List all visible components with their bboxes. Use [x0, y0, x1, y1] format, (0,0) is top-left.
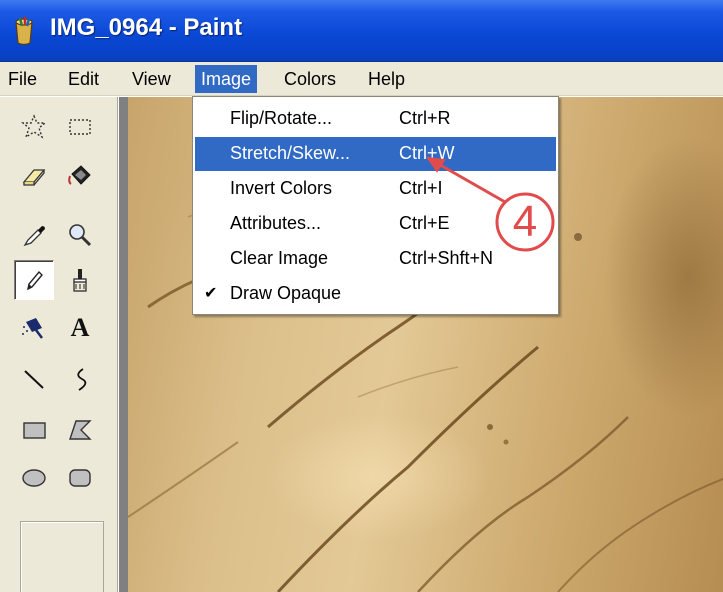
menu-item-label: Attributes... [230, 213, 322, 233]
menu-item-shortcut: Ctrl+R [399, 108, 451, 128]
airbrush-icon [22, 318, 43, 339]
menu-item-shortcut: Ctrl+E [399, 213, 450, 233]
menu-item-label: Clear Image [230, 248, 329, 268]
tool-airbrush[interactable] [14, 308, 54, 348]
tool-polygon[interactable] [60, 410, 100, 450]
pick-color-icon [23, 226, 45, 247]
tool-rounded-rectangle[interactable] [60, 458, 100, 498]
menu-file[interactable]: File [2, 65, 43, 93]
tool-rectangle-select[interactable] [60, 107, 100, 147]
menu-image[interactable]: Image [195, 65, 258, 93]
line-icon [24, 370, 44, 389]
tool-curve[interactable] [60, 359, 100, 399]
menu-view[interactable]: View [126, 65, 177, 93]
menu-item-label: Invert Colors [230, 178, 333, 198]
tool-pick-color[interactable] [14, 215, 54, 255]
eraser-icon [22, 169, 46, 186]
tool-line[interactable] [14, 359, 54, 399]
menu-item-shortcut: Ctrl+Shft+N [399, 248, 494, 268]
window-title: IMG_0964 - Paint [50, 14, 243, 41]
menu-item-label: Draw Opaque [230, 283, 342, 303]
ellipse-icon [22, 469, 46, 487]
tool-options-panel[interactable] [20, 521, 104, 592]
paint-bucket-icon [15, 17, 33, 46]
title-bar[interactable]: IMG_0964 - Paint [0, 0, 723, 62]
menu-edit[interactable]: Edit [62, 65, 105, 93]
tool-pencil[interactable] [14, 260, 54, 300]
step-number-label: 4 [512, 197, 538, 246]
toolbox: A [0, 97, 118, 592]
tool-free-form-select[interactable] [14, 107, 54, 147]
polygon-icon [69, 420, 92, 440]
rectangle-select-icon [69, 119, 91, 135]
menu-item-draw-opaque[interactable]: ✔ Draw Opaque [195, 277, 556, 311]
rectangle-icon [23, 422, 46, 439]
menu-item-label: Flip/Rotate... [230, 108, 333, 128]
magnifier-icon [69, 224, 92, 247]
tool-ellipse[interactable] [14, 458, 54, 498]
tool-fill-bucket[interactable] [60, 156, 100, 196]
tool-brush[interactable] [60, 260, 100, 300]
brush-icon [73, 269, 87, 292]
fill-bucket-icon [68, 165, 91, 185]
menu-item-flip-rotate[interactable]: Flip/Rotate... Ctrl+R [195, 102, 556, 136]
pencil-icon [27, 270, 43, 291]
menu-bar: File Edit View Image Colors Help [0, 62, 723, 96]
menu-colors[interactable]: Colors [278, 65, 342, 93]
menu-item-shortcut: Ctrl+W [399, 143, 455, 163]
menu-item-stretch-skew[interactable]: Stretch/Skew... Ctrl+W [195, 137, 556, 171]
free-form-select-icon [21, 114, 47, 139]
tool-text[interactable]: A [60, 308, 100, 348]
text-icon: A [70, 313, 90, 342]
rounded-rectangle-icon [69, 469, 91, 487]
checkmark-icon: ✔ [204, 285, 218, 302]
menu-help[interactable]: Help [362, 65, 411, 93]
tool-rectangle[interactable] [14, 410, 54, 450]
tool-eraser[interactable] [14, 156, 54, 196]
menu-item-label: Stretch/Skew... [230, 143, 351, 163]
menu-item-shortcut: Ctrl+I [399, 178, 443, 198]
tool-magnifier[interactable] [60, 215, 100, 255]
curve-icon [77, 368, 87, 391]
